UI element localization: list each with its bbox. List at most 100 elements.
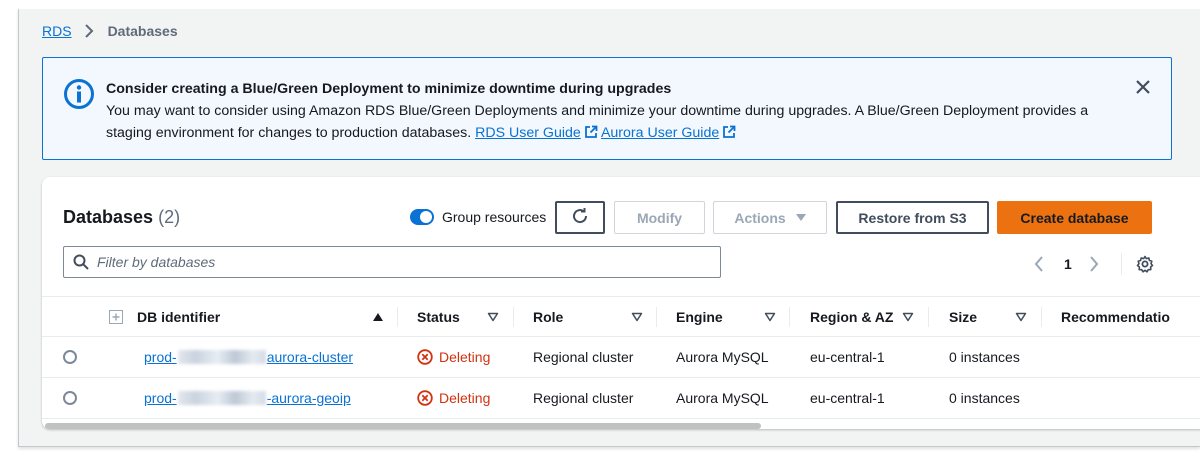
size-cell: 0 instances [949,349,1020,365]
modify-button[interactable]: Modify [614,201,705,234]
region-cell: eu-central-1 [810,349,885,365]
db-identifier-link[interactable]: prod- -aurora-geoip [144,390,351,406]
chevron-left-icon[interactable] [1034,255,1050,273]
column-divider [513,307,514,327]
column-db-identifier[interactable]: DB identifier [137,297,397,336]
alert-content: Consider creating a Blue/Green Deploymen… [106,78,1126,146]
horizontal-scrollbar[interactable] [45,423,761,429]
search-icon [73,254,89,270]
region-cell: eu-central-1 [810,390,885,406]
pagination: 1 [1034,253,1154,275]
gear-icon[interactable] [1136,255,1154,273]
caret-down-icon [795,214,806,221]
alert-title: Consider creating a Blue/Green Deploymen… [106,81,672,97]
filter-databases-field[interactable] [63,246,721,278]
redacted-text [177,350,266,364]
column-status[interactable]: Status [417,297,532,336]
db-identifier-suffix: aurora-cluster [266,349,354,365]
databases-panel: Databases (2) Group resources Modify Act… [42,177,1200,429]
status-text: Deleting [439,390,491,406]
column-role[interactable]: Role [533,297,673,336]
status-error-icon [417,349,433,365]
column-divider [789,307,790,327]
app-frame: RDS Databases Consider creating a Blue/G… [18,9,1200,447]
row-radio[interactable] [63,350,77,364]
column-role-label: Role [533,308,564,325]
table-header: DB identifier Status Role Engine Region … [42,296,1200,337]
column-divider [656,307,657,327]
sort-icon[interactable] [487,309,499,325]
column-db-identifier-label: DB identifier [137,308,221,325]
db-identifier-link[interactable]: prod-aurora-cluster [144,349,353,365]
status-cell: Deleting [417,337,490,377]
status-error-icon [417,390,433,406]
breadcrumb: RDS Databases [42,21,178,41]
column-size[interactable]: Size [949,297,1049,336]
panel-title: Databases (2) [63,207,180,228]
info-alert: Consider creating a Blue/Green Deploymen… [42,57,1172,160]
column-recommendations-label: Recommendatio [1061,308,1170,325]
page-number[interactable]: 1 [1064,256,1072,272]
close-icon[interactable] [1135,79,1151,95]
engine-cell: Aurora MySQL [676,390,769,406]
column-divider [928,307,929,327]
create-database-button[interactable]: Create database [997,201,1152,234]
group-resources-toggle[interactable]: Group resources [410,209,546,225]
chevron-right-icon [84,24,94,38]
sort-ascending-icon[interactable] [372,309,384,325]
role-cell: Regional cluster [533,349,634,365]
column-engine[interactable]: Engine [676,297,806,336]
alert-text: You may want to consider using Amazon RD… [106,100,1126,146]
sort-icon[interactable] [631,309,643,325]
expand-all-icon[interactable] [109,297,123,336]
external-link-icon [722,124,736,146]
column-divider [397,307,398,327]
info-icon [63,78,95,110]
chevron-right-icon[interactable] [1089,255,1105,273]
role-cell: Regional cluster [533,390,634,406]
rds-user-guide-label: RDS User Guide [475,125,581,141]
db-identifier-suffix: -aurora-geoip [266,390,351,406]
redacted-text [177,391,266,405]
sort-icon[interactable] [764,309,776,325]
db-identifier-prefix: prod- [144,349,177,365]
db-identifier-cell: prod- -aurora-geoip [144,378,351,418]
panel-title-text: Databases [63,207,154,227]
actions-label: Actions [734,209,786,226]
db-identifier-cell: prod-aurora-cluster [144,337,353,377]
breadcrumb-current: Databases [107,23,178,39]
table-row[interactable]: prod-aurora-cluster Deleting Regional cl… [42,337,1200,378]
external-link-icon [584,124,598,146]
group-resources-label: Group resources [442,209,547,225]
status-cell: Deleting [417,378,490,418]
column-engine-label: Engine [676,308,723,325]
toggle-switch[interactable] [410,209,434,225]
alert-text-line1: You may want to consider using Amazon RD… [106,103,1089,119]
table-row[interactable]: prod- -aurora-geoip Deleting Regional clu… [42,378,1200,419]
column-divider [1041,307,1042,327]
sort-icon[interactable] [1015,309,1027,325]
aurora-user-guide-label: Aurora User Guide [600,125,720,141]
alert-text-line2: staging environment for changes to produ… [106,125,472,141]
rds-user-guide-link[interactable]: RDS User Guide [475,125,581,141]
size-cell: 0 instances [949,390,1020,406]
filter-input[interactable] [97,254,697,270]
refresh-button[interactable] [555,201,605,234]
actions-dropdown-button[interactable]: Actions [713,201,827,234]
status-text: Deleting [439,349,491,365]
column-status-label: Status [417,308,460,325]
breadcrumb-rds-link[interactable]: RDS [42,23,72,39]
aurora-user-guide-link[interactable]: Aurora User Guide [601,125,719,141]
row-select-cell [63,378,77,418]
column-recommendations[interactable]: Recommendatio [1061,297,1200,336]
sort-icon[interactable] [902,309,914,325]
db-identifier-prefix: prod- [144,390,177,406]
restore-from-s3-button[interactable]: Restore from S3 [836,201,989,234]
column-region-az[interactable]: Region & AZ [810,297,935,336]
row-select-cell [63,337,77,377]
refresh-icon [571,207,589,228]
panel-count: (2) [158,207,181,227]
engine-cell: Aurora MySQL [676,349,769,365]
row-radio[interactable] [63,391,77,405]
column-region-label: Region & AZ [810,308,894,325]
